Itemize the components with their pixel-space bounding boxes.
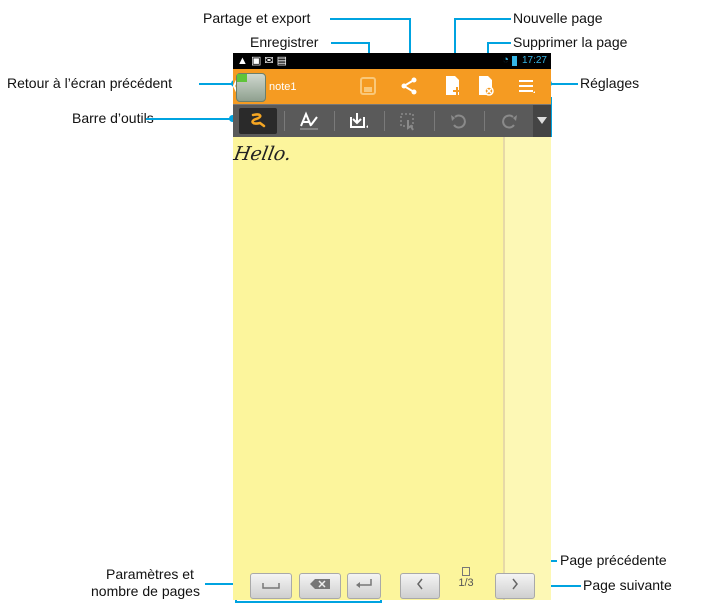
callout-settings-pages-1: Paramètres et [106,566,194,582]
wifi-icon: ◔ [502,54,509,66]
handwritten-text: Hello. [232,143,294,165]
new-page-icon[interactable] [442,75,464,97]
insert-icon[interactable] [340,108,378,134]
callout-settings-pages-2: nombre de pages [91,583,200,599]
callout-line [146,118,232,120]
share-icon[interactable] [398,75,420,97]
previous-page-button[interactable] [400,573,440,599]
page-side [505,137,551,600]
text-mode-icon[interactable] [290,108,328,134]
status-notification-icons: ▲ ▣ ✉ ▤ [237,55,288,67]
backspace-key[interactable] [299,573,341,599]
backspace-icon [309,577,331,595]
status-bar: ▲ ▣ ✉ ▤ ◔ 17:27 [233,53,551,69]
callout-delete-page: Supprimer la page [513,34,628,50]
enter-icon [355,577,373,595]
toolbar-separator [384,111,385,131]
page-indicator-icon [462,567,470,576]
previous-page-icon [416,577,424,595]
space-icon [261,577,281,595]
toolbar-separator [284,111,285,131]
delete-page-icon[interactable] [475,75,497,97]
page-indicator: 1/3 [450,567,482,589]
selection-icon[interactable] [390,108,428,134]
callout-save: Enregistrer [250,34,319,50]
callout-back: Retour à l’écran précédent [7,75,172,91]
undo-icon[interactable] [440,108,478,134]
callout-line [205,583,235,585]
next-page-icon [511,577,519,595]
callout-previous-page: Page précédente [560,552,667,568]
note-title: note1 [269,81,297,93]
status-time: 17:27 [521,55,547,66]
callout-share-export: Partage et export [203,10,311,26]
toolbar-separator [334,111,335,131]
callout-line [488,42,511,44]
toolbar-separator [434,111,435,131]
enter-key[interactable] [347,573,381,599]
page-counter: 1/3 [458,577,474,589]
save-icon[interactable] [357,75,379,97]
callout-settings: Réglages [580,75,640,91]
notebook-icon[interactable] [236,73,266,102]
callout-line [330,18,410,20]
settings-menu-icon[interactable] [516,75,538,97]
pen-icon[interactable] [239,108,277,134]
battery-icon [512,56,517,66]
callout-next-page: Page suivante [583,577,672,593]
callout-new-page: Nouvelle page [513,10,603,26]
note-canvas[interactable] [233,137,551,600]
dropdown-triangle-icon[interactable] [533,105,551,137]
next-page-button[interactable] [495,573,535,599]
callout-line [331,42,369,44]
tool-bar [233,104,551,137]
callout-toolbar: Barre d’outils [72,110,154,126]
redo-icon[interactable] [490,108,528,134]
toolbar-separator [484,111,485,131]
space-key[interactable] [250,573,292,599]
callout-line [455,18,511,20]
callout-line [548,83,578,85]
callout-line [199,83,233,85]
action-bar: note1 [232,69,551,104]
